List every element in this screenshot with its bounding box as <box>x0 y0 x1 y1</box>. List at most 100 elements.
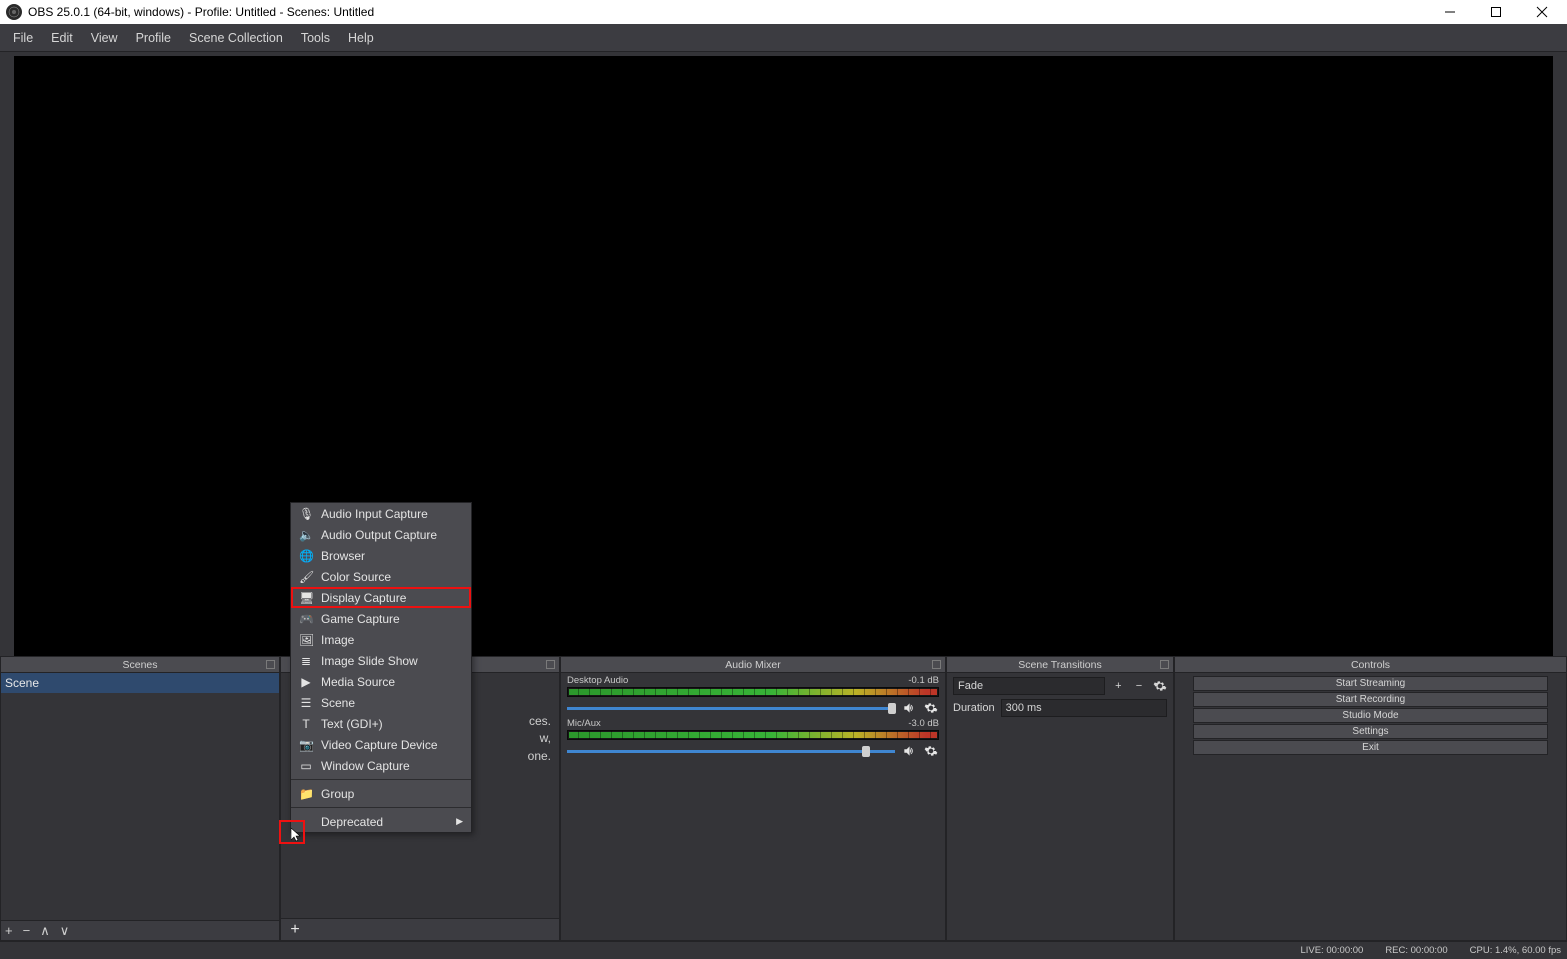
context-menu-item[interactable]: 📷Video Capture Device <box>291 734 471 755</box>
globe-icon: 🌐 <box>299 549 313 563</box>
dock-scene-transitions: Scene Transitions + − Duration <box>946 656 1174 941</box>
menu-file[interactable]: File <box>4 24 42 51</box>
menu-edit[interactable]: Edit <box>42 24 82 51</box>
status-cpu: CPU: 1.4%, 60.00 fps <box>1470 945 1561 956</box>
scene-toolbar: + − ∧ ∨ <box>1 920 279 940</box>
track-settings-button[interactable] <box>923 743 939 759</box>
window-titlebar: OBS 25.0.1 (64-bit, windows) - Profile: … <box>0 0 1567 24</box>
context-menu-item-label: Group <box>321 787 354 801</box>
transition-remove-button[interactable]: − <box>1132 678 1147 694</box>
menu-tools[interactable]: Tools <box>292 24 339 51</box>
context-menu-item[interactable]: T Text (GDI+) <box>291 713 471 734</box>
dock-scenes: Scenes Scene + − ∧ ∨ <box>0 656 280 941</box>
dock-detach-icon[interactable] <box>932 660 941 669</box>
volume-slider[interactable] <box>567 750 895 753</box>
start-recording-button[interactable]: Start Recording <box>1193 692 1548 707</box>
dock-controls-title: Controls <box>1351 659 1390 671</box>
context-menu-item[interactable]: 🔈 Audio Output Capture <box>291 524 471 545</box>
context-menu-item-label: Text (GDI+) <box>321 717 383 731</box>
list-icon: ☰ <box>299 696 313 710</box>
transition-select[interactable] <box>953 677 1105 695</box>
context-menu-item[interactable]: ▶ Media Source <box>291 671 471 692</box>
speaker-icon: 🔈 <box>299 528 313 542</box>
folder-icon: 📁 <box>299 787 313 801</box>
image-icon: 🖼 <box>299 633 313 647</box>
dock-controls-header[interactable]: Controls <box>1175 657 1566 673</box>
dock-audio-mixer: Audio Mixer Desktop Audio -0.1 dB Mic/Au… <box>560 656 946 941</box>
window-title: OBS 25.0.1 (64-bit, windows) - Profile: … <box>28 5 1427 19</box>
menu-scene-collection[interactable]: Scene Collection <box>180 24 292 51</box>
status-bar: LIVE: 00:00:00 REC: 00:00:00 CPU: 1.4%, … <box>0 941 1567 959</box>
preview-canvas[interactable] <box>14 56 1553 656</box>
mixer-track: Desktop Audio -0.1 dB <box>561 673 945 716</box>
context-menu-item-label: Audio Output Capture <box>321 528 437 542</box>
mixer-track-db: -3.0 dB <box>908 718 939 729</box>
context-menu-item[interactable]: 🎮Game Capture <box>291 608 471 629</box>
dock-transitions-header[interactable]: Scene Transitions <box>947 657 1173 673</box>
dock-detach-icon[interactable] <box>1160 660 1169 669</box>
dock-transitions-title: Scene Transitions <box>1018 659 1101 671</box>
context-menu-item[interactable]: 🖥Display Capture <box>291 587 471 608</box>
scene-row[interactable]: Scene <box>1 673 279 693</box>
maximize-button[interactable] <box>1473 0 1519 24</box>
context-menu-item-deprecated[interactable]: Deprecated▶ <box>291 811 471 832</box>
context-menu-item-label: Media Source <box>321 675 395 689</box>
play-icon: ▶ <box>299 675 313 689</box>
close-button[interactable] <box>1519 0 1565 24</box>
scene-move-down-button[interactable]: ∨ <box>60 923 70 939</box>
volume-slider[interactable] <box>567 707 895 710</box>
mute-button[interactable] <box>901 700 917 716</box>
submenu-arrow-icon: ▶ <box>456 816 463 827</box>
context-menu-item-group[interactable]: 📁 Group <box>291 783 471 804</box>
mute-button[interactable] <box>901 743 917 759</box>
status-rec: REC: 00:00:00 <box>1385 945 1447 956</box>
window-icon: ▭ <box>299 759 313 773</box>
menu-profile[interactable]: Profile <box>127 24 180 51</box>
exit-button[interactable]: Exit <box>1193 740 1548 755</box>
menu-view[interactable]: View <box>82 24 127 51</box>
context-menu-item[interactable]: ≣Image Slide Show <box>291 650 471 671</box>
dock-mixer-header[interactable]: Audio Mixer <box>561 657 945 673</box>
text-icon: T <box>299 717 313 731</box>
context-menu-item[interactable]: ☰Scene <box>291 692 471 713</box>
context-menu-item-label: Display Capture <box>321 591 406 605</box>
transition-add-button[interactable]: + <box>1111 678 1126 694</box>
dock-detach-icon[interactable] <box>546 660 555 669</box>
source-add-button[interactable]: + <box>285 920 305 940</box>
transition-duration-input[interactable] <box>1001 699 1167 717</box>
dock-scenes-header[interactable]: Scenes <box>1 657 279 673</box>
context-menu-item[interactable]: 🎙Audio Input Capture <box>291 503 471 524</box>
studio-mode-button[interactable]: Studio Mode <box>1193 708 1548 723</box>
scene-add-button[interactable]: + <box>5 923 13 938</box>
menu-help[interactable]: Help <box>339 24 383 51</box>
transition-settings-button[interactable] <box>1152 678 1167 694</box>
menu-separator <box>291 779 471 780</box>
context-menu-item-label: Color Source <box>321 570 391 584</box>
menu-bar: File Edit View Profile Scene Collection … <box>0 24 1567 52</box>
track-settings-button[interactable] <box>923 700 939 716</box>
transition-duration-label: Duration <box>953 702 995 714</box>
context-menu-item-label: Browser <box>321 549 365 563</box>
scene-move-up-button[interactable]: ∧ <box>40 923 50 939</box>
context-menu-item-label: Audio Input Capture <box>321 507 428 521</box>
scene-remove-button[interactable]: − <box>23 923 31 938</box>
vu-meter <box>567 730 939 740</box>
dock-controls: Controls Start Streaming Start Recording… <box>1174 656 1567 941</box>
mouse-cursor-icon <box>291 828 302 842</box>
vu-meter <box>567 687 939 697</box>
mixer-track-name: Mic/Aux <box>567 718 601 729</box>
context-menu-item[interactable]: 🖼Image <box>291 629 471 650</box>
dock-detach-icon[interactable] <box>266 660 275 669</box>
obs-logo-icon <box>6 4 22 20</box>
minimize-button[interactable] <box>1427 0 1473 24</box>
context-menu-item[interactable]: 🌐 Browser <box>291 545 471 566</box>
start-streaming-button[interactable]: Start Streaming <box>1193 676 1548 691</box>
context-menu-item[interactable]: ▭ Window Capture <box>291 755 471 776</box>
context-menu-item[interactable]: 🖌Color Source <box>291 566 471 587</box>
settings-button[interactable]: Settings <box>1193 724 1548 739</box>
gamepad-icon: 🎮 <box>299 612 313 626</box>
preview-area <box>0 52 1567 656</box>
sources-empty-hint: ces. w, one. <box>528 713 551 765</box>
context-menu-item-label: Window Capture <box>321 759 410 773</box>
menu-separator <box>291 807 471 808</box>
